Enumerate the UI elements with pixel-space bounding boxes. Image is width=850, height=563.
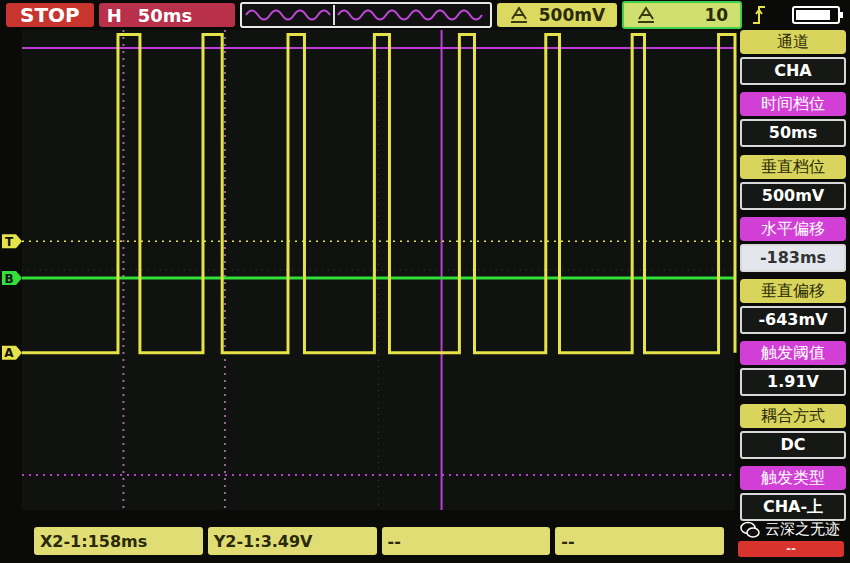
menu-item[interactable]: 通道 CHA [740,30,846,85]
level-line [22,241,735,243]
oscilloscope-screen: STOP H 50ms 500mV 10 T B A 通道 CHA 时间档位 50ms… [0,0,850,563]
watermark: 云深之无迹 [740,520,840,539]
rising-edge-icon [751,3,767,27]
preview-wave-icon [244,4,488,26]
menu-label: 垂直档位 [740,155,846,179]
menu-label: 触发阈值 [740,341,846,365]
menu-label: 触发类型 [740,466,846,490]
plot-area [22,30,735,510]
menu-item[interactable]: 水平偏移 -183ms [740,217,846,272]
memory-preview [240,2,492,28]
menu-label: 水平偏移 [740,217,846,241]
cursor-readouts: X2-1:158msY2-1:3.49V---- [0,523,738,563]
grid-line [22,270,735,271]
menu-label: 耦合方式 [740,404,846,428]
menu-label: 垂直偏移 [740,279,846,303]
menu-value[interactable]: 50ms [740,119,846,147]
wechat-icon [740,521,760,539]
level-marker[interactable] [2,234,22,248]
menu-value[interactable]: DC [740,431,846,459]
menu-item[interactable]: 垂直偏移 -643mV [740,279,846,334]
waveform-trace [22,35,735,353]
menu-value[interactable]: CHA [740,57,846,85]
vertical-cursor[interactable] [441,30,443,510]
menu-value[interactable]: -183ms [740,244,846,272]
vertical-cursor[interactable] [224,30,226,510]
readout: -- [382,527,551,555]
menu-item[interactable]: 触发阈值 1.91V [740,341,846,396]
settings-menu: 通道 CHA 时间档位 50ms 垂直档位 500mV 水平偏移 -183ms 垂直偏移… [738,30,850,523]
horizontal-cursor[interactable] [22,47,735,49]
volts-per-div[interactable]: 500mV [497,3,617,27]
menu-value[interactable]: CHA-上 [740,493,846,521]
menu-item[interactable]: 垂直档位 500mV [740,155,846,210]
waveform-chart: T B A [0,30,738,523]
horizontal-cursor[interactable] [22,474,735,476]
menu-item[interactable]: 触发类型 CHA-上 [740,466,846,521]
marker-label: T [5,235,14,249]
level-line [22,277,735,280]
channel-a-icon [509,6,529,24]
menu-item[interactable]: 时间档位 50ms [740,92,846,147]
level-marker[interactable] [2,271,22,285]
readout: -- [555,527,724,555]
waveform-display[interactable]: T B A [0,30,738,523]
timebase-box[interactable]: H 50ms [99,3,235,27]
menu-value[interactable]: 1.91V [740,368,846,396]
grid-line [378,30,379,510]
menu-value[interactable]: 500mV [740,182,846,210]
readout: X2-1:158ms [34,527,203,555]
marker-label: A [4,346,14,360]
menu-label: 时间档位 [740,92,846,116]
vertical-cursor[interactable] [122,30,124,510]
probe-factor[interactable]: 10 [622,1,742,29]
level-marker[interactable] [2,346,22,360]
battery-icon [792,5,844,25]
marker-label: B [4,272,13,286]
probe-icon [636,6,656,24]
readout: Y2-1:3.49V [208,527,377,555]
status-bar: STOP H 50ms 500mV 10 [0,0,850,30]
menu-item[interactable]: 耦合方式 DC [740,404,846,459]
menu-value[interactable]: -643mV [740,306,846,334]
run-state[interactable]: STOP [6,3,94,27]
readout: -- [738,541,844,557]
menu-label: 通道 [740,30,846,54]
